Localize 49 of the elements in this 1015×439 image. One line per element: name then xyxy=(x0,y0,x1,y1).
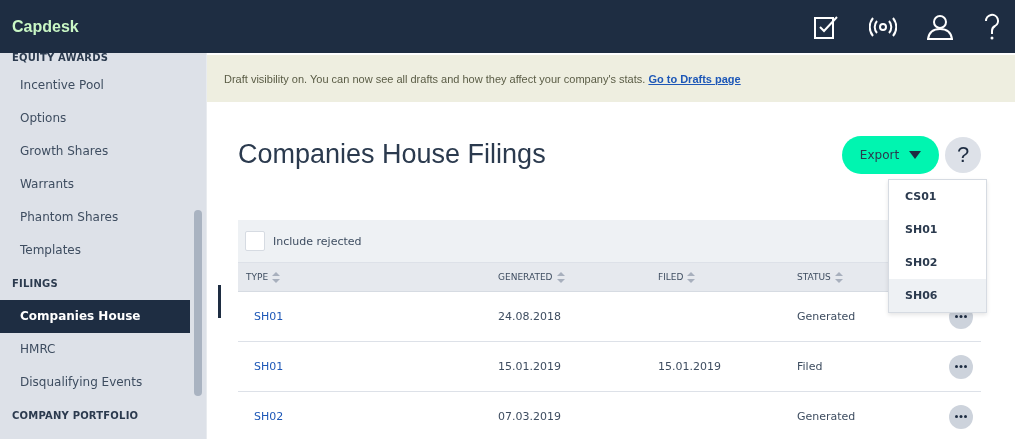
table-cell: Filed xyxy=(797,360,823,373)
sidebar-item[interactable]: Incentive Pool xyxy=(0,69,190,102)
section-heading: FILINGS xyxy=(11,277,59,291)
section-heading: EQUITY AWARDS xyxy=(11,53,110,65)
menu-item[interactable]: SH06 xyxy=(889,278,986,312)
sidebar-item[interactable]: Options xyxy=(0,102,190,135)
ellipsis-icon xyxy=(955,315,967,318)
more-button[interactable] xyxy=(949,354,973,379)
export-button[interactable]: Export xyxy=(842,135,939,174)
checkbox[interactable] xyxy=(245,231,265,251)
user-icon[interactable] xyxy=(927,13,953,40)
table-cell: 15.01.2019 xyxy=(498,360,561,373)
sidebar-item[interactable]: Growth Shares xyxy=(0,135,190,168)
sidebar-item[interactable]: Disqualifying Events xyxy=(0,366,190,399)
more-button[interactable] xyxy=(949,404,973,429)
table-cell: Generated xyxy=(797,410,856,423)
table-cell: Generated xyxy=(797,310,856,323)
column-header[interactable]: STATUS xyxy=(797,272,831,282)
page-title: Companies House Filings xyxy=(238,139,546,170)
section-heading: COMPANY PORTFOLIO xyxy=(11,409,140,423)
ellipsis-icon xyxy=(955,365,967,368)
filing-link[interactable]: SH01 xyxy=(254,310,284,323)
help-button[interactable]: ? xyxy=(945,136,981,173)
notice-text: Draft visibility on. You can now see all drafts and how they affect your company's stats. Go to Drafts page xyxy=(224,72,741,85)
table-cell: 24.08.2018 xyxy=(498,310,561,323)
caret-icon xyxy=(909,150,922,159)
menu-item[interactable]: SH01 xyxy=(889,212,986,246)
menu-item[interactable]: SH02 xyxy=(889,245,986,279)
sidebar-item[interactable]: HMRC xyxy=(0,333,190,366)
column-header[interactable]: FILED xyxy=(658,272,684,282)
filing-link[interactable]: SH01 xyxy=(254,360,284,373)
help-icon[interactable] xyxy=(983,12,1001,41)
row-indicator xyxy=(218,285,221,318)
sidebar-item[interactable]: Warrants xyxy=(0,168,190,201)
column-header[interactable]: TYPE xyxy=(246,272,269,282)
sidebar-item[interactable]: Phantom Shares xyxy=(0,201,190,234)
logo[interactable]: Capdesk xyxy=(12,17,79,36)
sidebar-item[interactable]: Companies House xyxy=(0,300,190,333)
checkbox-label: Include rejected xyxy=(273,234,362,248)
table-cell: 15.01.2019 xyxy=(658,360,721,373)
broadcast-icon[interactable] xyxy=(869,15,897,38)
table-cell: 07.03.2019 xyxy=(498,410,561,423)
filing-link[interactable]: SH02 xyxy=(254,410,284,423)
drafts-link[interactable]: Go to Drafts page xyxy=(648,72,741,85)
column-header[interactable]: GENERATED xyxy=(498,272,553,282)
ellipsis-icon xyxy=(955,415,967,418)
sidebar-item[interactable]: Templates xyxy=(0,234,190,267)
menu-item[interactable]: CS01 xyxy=(889,179,986,213)
scrollbar[interactable] xyxy=(194,210,202,396)
